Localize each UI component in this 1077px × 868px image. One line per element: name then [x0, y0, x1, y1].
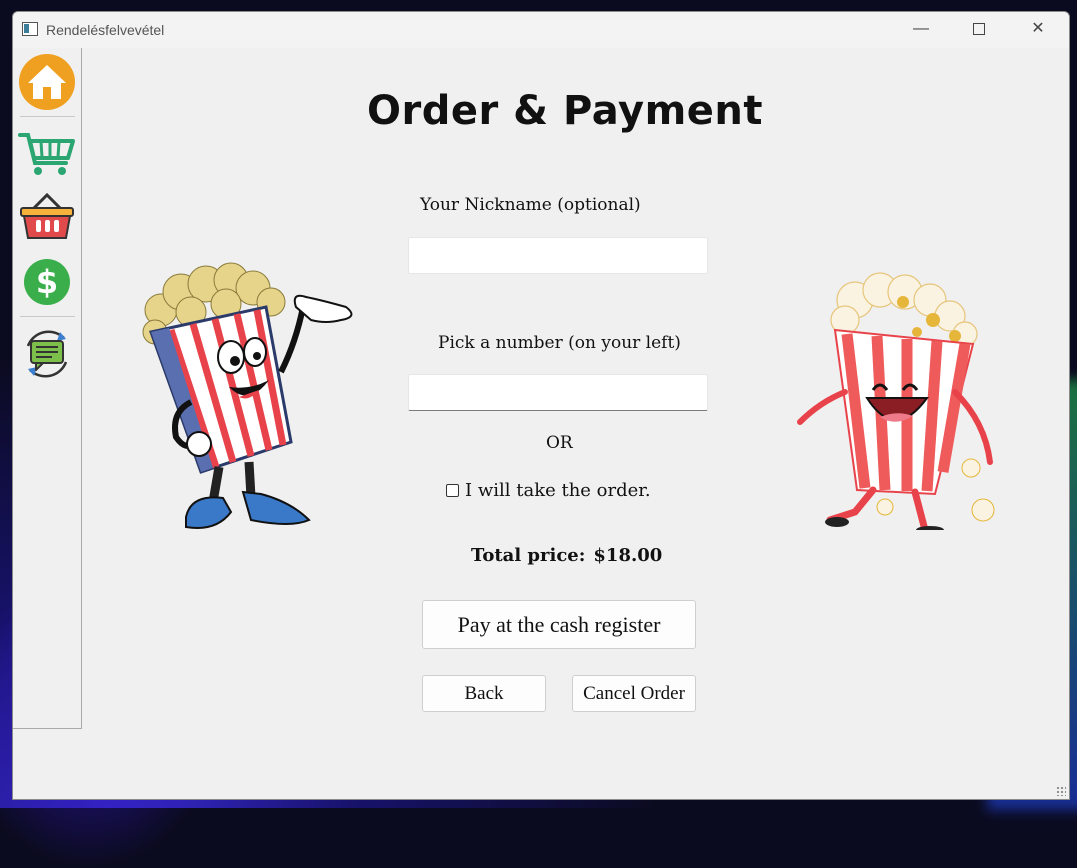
svg-text:$: $ — [36, 263, 58, 301]
sidebar-item-payment[interactable]: $ — [16, 251, 78, 313]
number-label: Pick a number (on your left) — [438, 333, 681, 353]
sidebar-divider — [20, 316, 75, 317]
total-price-label: Total price: — [471, 545, 586, 566]
number-input[interactable] — [408, 374, 708, 411]
app-window: Rendelésfelvevétel — ✕ $ Order & Payment… — [12, 11, 1070, 800]
app-icon — [22, 22, 38, 36]
window-title: Rendelésfelvevétel — [46, 22, 165, 38]
shopping-cart-icon — [18, 133, 75, 175]
take-order-label: I will take the order. — [465, 480, 651, 501]
close-button[interactable]: ✕ — [1009, 12, 1067, 46]
maximize-button[interactable] — [950, 12, 1008, 46]
title-bar: Rendelésfelvevétel — ✕ — [13, 12, 1069, 48]
popcorn-mascot-left-image — [142, 262, 353, 529]
total-price: Total price: $18.00 — [471, 545, 670, 566]
sidebar: $ — [13, 48, 82, 729]
take-order-row[interactable]: I will take the order. — [446, 480, 651, 501]
take-order-checkbox[interactable] — [446, 484, 459, 497]
nickname-label: Your Nickname (optional) — [420, 195, 641, 215]
basket-icon — [20, 192, 74, 239]
pay-button[interactable]: Pay at the cash register — [422, 600, 696, 649]
or-separator: OR — [546, 433, 573, 453]
minimize-button[interactable]: — — [892, 12, 950, 46]
dollar-icon: $ — [24, 259, 70, 305]
sidebar-item-feedback[interactable] — [16, 323, 78, 385]
back-button[interactable]: Back — [422, 675, 546, 712]
maximize-icon — [973, 22, 985, 35]
total-price-value: $18.00 — [593, 545, 663, 566]
resize-grip[interactable] — [1056, 786, 1066, 796]
nickname-input[interactable] — [408, 237, 708, 274]
cancel-order-button[interactable]: Cancel Order — [572, 675, 696, 712]
chat-refresh-icon — [26, 330, 68, 378]
popcorn-mascot-right-image — [797, 272, 995, 530]
sidebar-item-basket[interactable] — [16, 186, 78, 248]
page-title: Order & Payment — [367, 88, 763, 134]
